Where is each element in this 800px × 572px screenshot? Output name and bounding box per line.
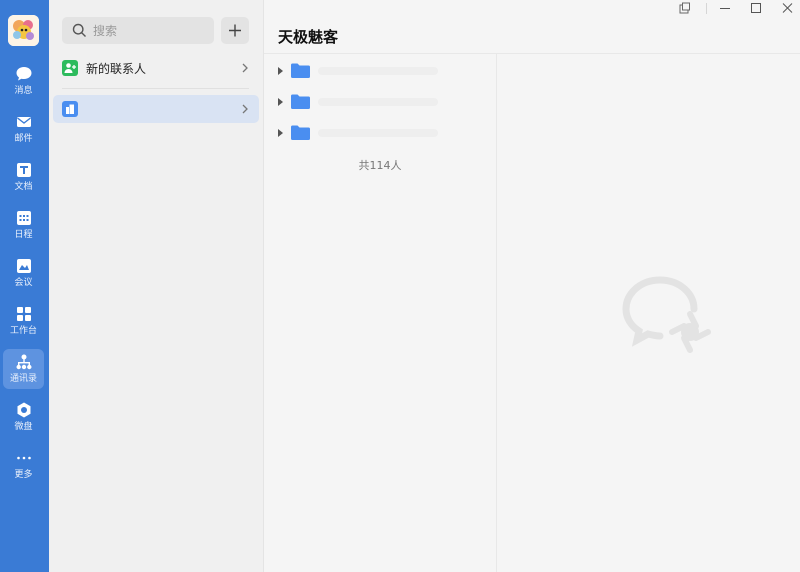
folder-icon — [291, 125, 310, 140]
department-name — [318, 129, 438, 137]
department-name — [318, 98, 438, 106]
contacts-panel: 新的联系人 — [49, 0, 264, 572]
search-icon — [72, 23, 86, 37]
nav-label-messages: 消息 — [14, 86, 33, 96]
nav-label-workbench: 工作台 — [9, 326, 37, 336]
chevron-right-icon — [242, 104, 248, 114]
nav-label-calendar: 日程 — [14, 230, 33, 240]
nav-label-cloud-disk: 微盘 — [14, 422, 33, 432]
nav-item-workbench[interactable]: 工作台 — [3, 301, 44, 341]
minimize-button[interactable] — [712, 0, 738, 17]
caret-right-icon — [278, 67, 283, 75]
header-divider — [264, 53, 800, 54]
meeting-icon — [16, 259, 31, 273]
document-icon — [16, 163, 31, 177]
caret-right-icon — [278, 129, 283, 137]
close-icon — [782, 3, 793, 13]
pin-window-button[interactable] — [671, 0, 697, 17]
nav-label-meeting: 会议 — [14, 278, 33, 288]
new-contacts-row[interactable]: 新的联系人 — [53, 54, 259, 82]
caret-right-icon — [278, 98, 283, 106]
nav-item-mail[interactable]: 邮件 — [3, 109, 44, 149]
column-divider — [496, 53, 497, 572]
nav-item-contacts[interactable]: 通讯录 — [3, 349, 44, 389]
department-row[interactable] — [278, 92, 478, 112]
nav-label-contacts: 通讯录 — [9, 374, 37, 384]
main-panel: 天极魅客 共114人 — [264, 0, 800, 572]
maximize-button[interactable] — [743, 0, 769, 17]
organization-icon — [62, 101, 78, 117]
more-icon — [16, 456, 31, 460]
cloud-disk-icon — [17, 402, 30, 418]
chevron-right-icon — [242, 63, 248, 73]
minimize-icon — [720, 8, 730, 9]
plus-icon — [229, 24, 241, 37]
nav-item-more[interactable]: 更多 — [3, 445, 44, 485]
nav-rail: 消息 邮件 文档 日程 会议 工作台 通讯录 微盘 更多 — [0, 0, 49, 572]
divider — [62, 88, 249, 89]
close-button[interactable] — [774, 0, 800, 17]
department-row[interactable] — [278, 61, 478, 81]
calendar-icon — [16, 211, 31, 225]
department-row[interactable] — [278, 123, 478, 143]
org-row[interactable] — [53, 95, 259, 123]
mail-icon — [16, 117, 31, 127]
member-count: 共114人 — [358, 159, 402, 172]
nav-item-docs[interactable]: 文档 — [3, 157, 44, 197]
add-person-icon — [62, 60, 78, 76]
nav-item-calendar[interactable]: 日程 — [3, 205, 44, 245]
nav-label-mail: 邮件 — [14, 134, 33, 144]
chat-bubble-icon — [16, 67, 31, 81]
wecom-logo-icon — [622, 276, 711, 353]
maximize-icon — [751, 3, 761, 13]
department-name — [318, 67, 438, 75]
page-title: 天极魅客 — [278, 28, 339, 46]
workbench-icon — [16, 307, 31, 321]
nav-item-messages[interactable]: 消息 — [3, 61, 44, 101]
add-button[interactable] — [221, 17, 249, 44]
user-avatar[interactable] — [8, 15, 39, 46]
nav-label-more: 更多 — [14, 470, 33, 480]
folder-icon — [291, 94, 310, 109]
nav-item-meeting[interactable]: 会议 — [3, 253, 44, 293]
titlebar-divider — [706, 3, 707, 14]
contacts-icon — [16, 354, 31, 370]
folder-icon — [291, 63, 310, 78]
nav-item-cloud-disk[interactable]: 微盘 — [3, 397, 44, 437]
pin-icon — [679, 2, 690, 14]
new-contacts-label: 新的联系人 — [86, 62, 147, 76]
nav-label-docs: 文档 — [14, 182, 33, 192]
